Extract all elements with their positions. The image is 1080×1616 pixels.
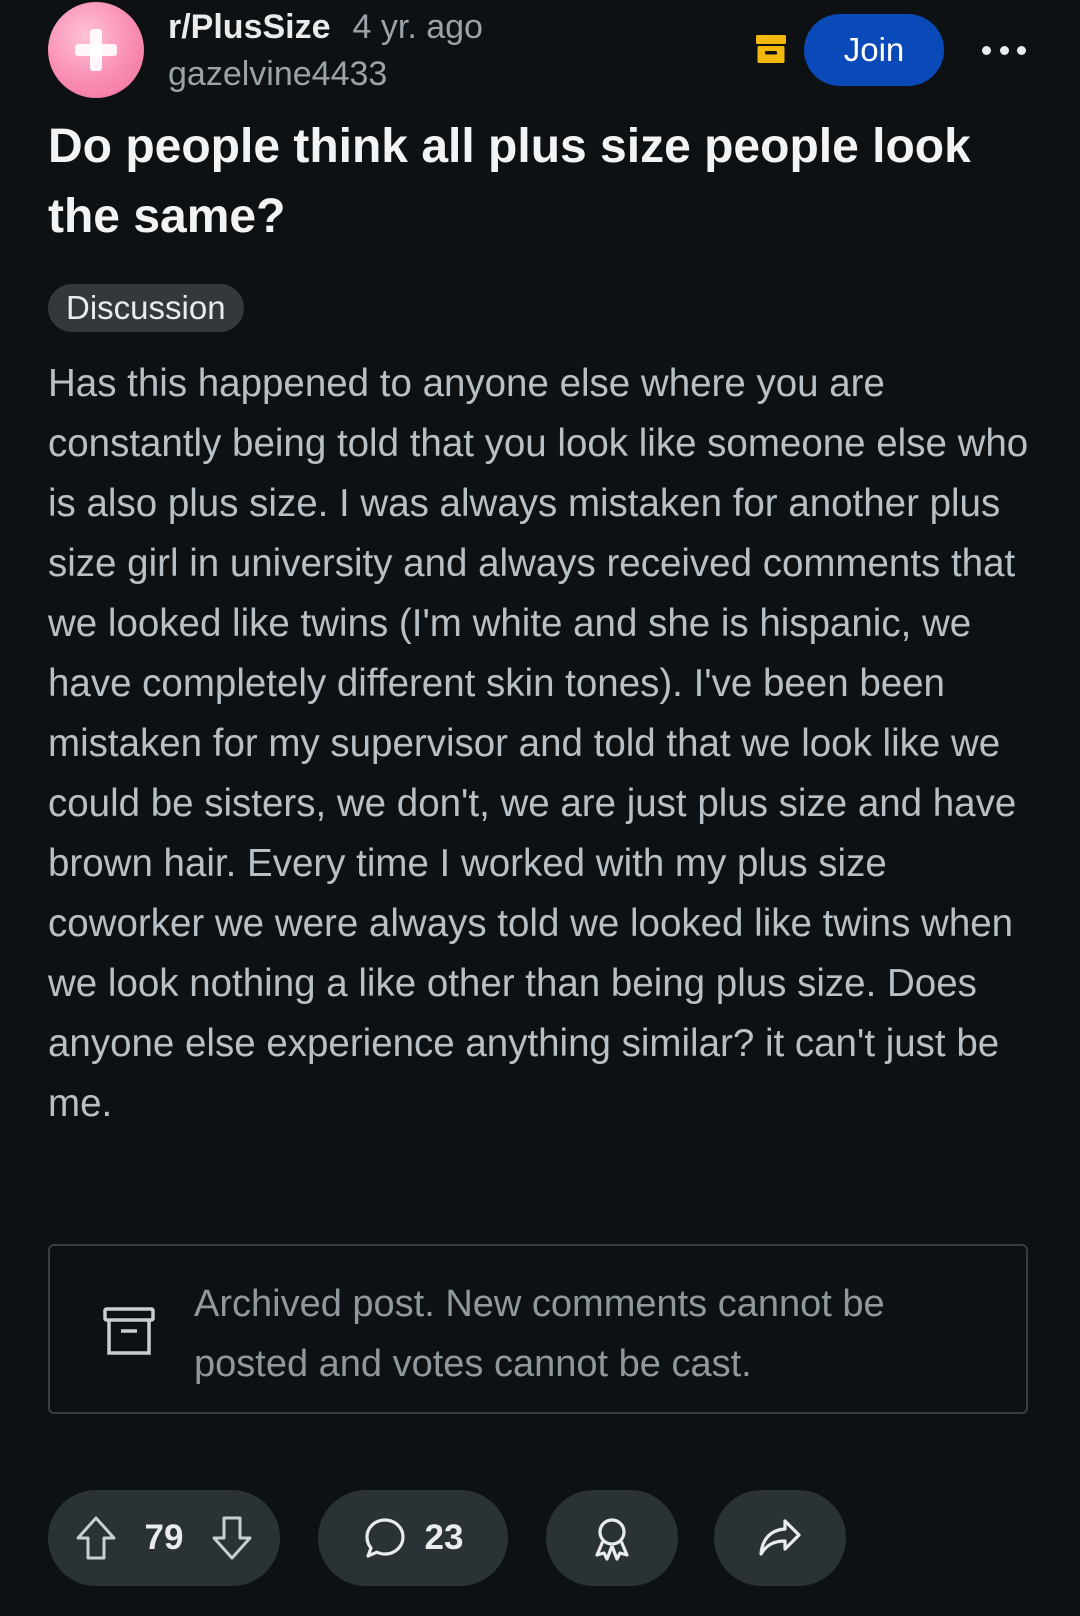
archived-notice: Archived post. New comments cannot be po… <box>48 1244 1028 1414</box>
post-header: r/PlusSize 4 yr. ago gazelvine4433 Join <box>48 2 1032 98</box>
dot <box>999 45 1009 55</box>
dot <box>982 45 991 55</box>
vote-pill: 79 <box>48 1490 280 1586</box>
plus-icon <box>75 29 117 71</box>
award-icon <box>595 1518 629 1561</box>
post-body: Has this happened to anyone else where y… <box>48 362 1029 1125</box>
archive-icon <box>756 35 786 63</box>
comments-button[interactable]: 23 <box>318 1490 508 1586</box>
comment-icon <box>364 1518 405 1558</box>
archive-icon <box>103 1307 155 1355</box>
post-meta: r/PlusSize 4 yr. ago gazelvine4433 <box>168 6 483 96</box>
post-flair[interactable]: Discussion <box>48 284 244 332</box>
subreddit-name[interactable]: r/PlusSize <box>168 8 331 46</box>
more-options-icon[interactable] <box>982 32 1026 68</box>
dot <box>1017 45 1026 55</box>
upvote-icon[interactable] <box>74 1515 118 1561</box>
subreddit-avatar[interactable] <box>48 2 144 98</box>
share-button[interactable] <box>714 1490 846 1586</box>
vote-count: 79 <box>144 1518 184 1557</box>
award-button[interactable] <box>546 1490 678 1586</box>
join-button[interactable]: Join <box>804 14 944 86</box>
meta-line: r/PlusSize 4 yr. ago <box>168 6 483 48</box>
archived-notice-text: Archived post. New comments cannot be po… <box>194 1283 885 1385</box>
share-icon <box>759 1519 801 1556</box>
downvote-icon[interactable] <box>210 1515 254 1561</box>
post-title[interactable]: Do people think all plus size people loo… <box>48 112 1038 252</box>
author-name[interactable]: gazelvine4433 <box>168 52 483 96</box>
comment-count: 23 <box>424 1518 464 1557</box>
post-time: 4 yr. ago <box>352 8 483 46</box>
